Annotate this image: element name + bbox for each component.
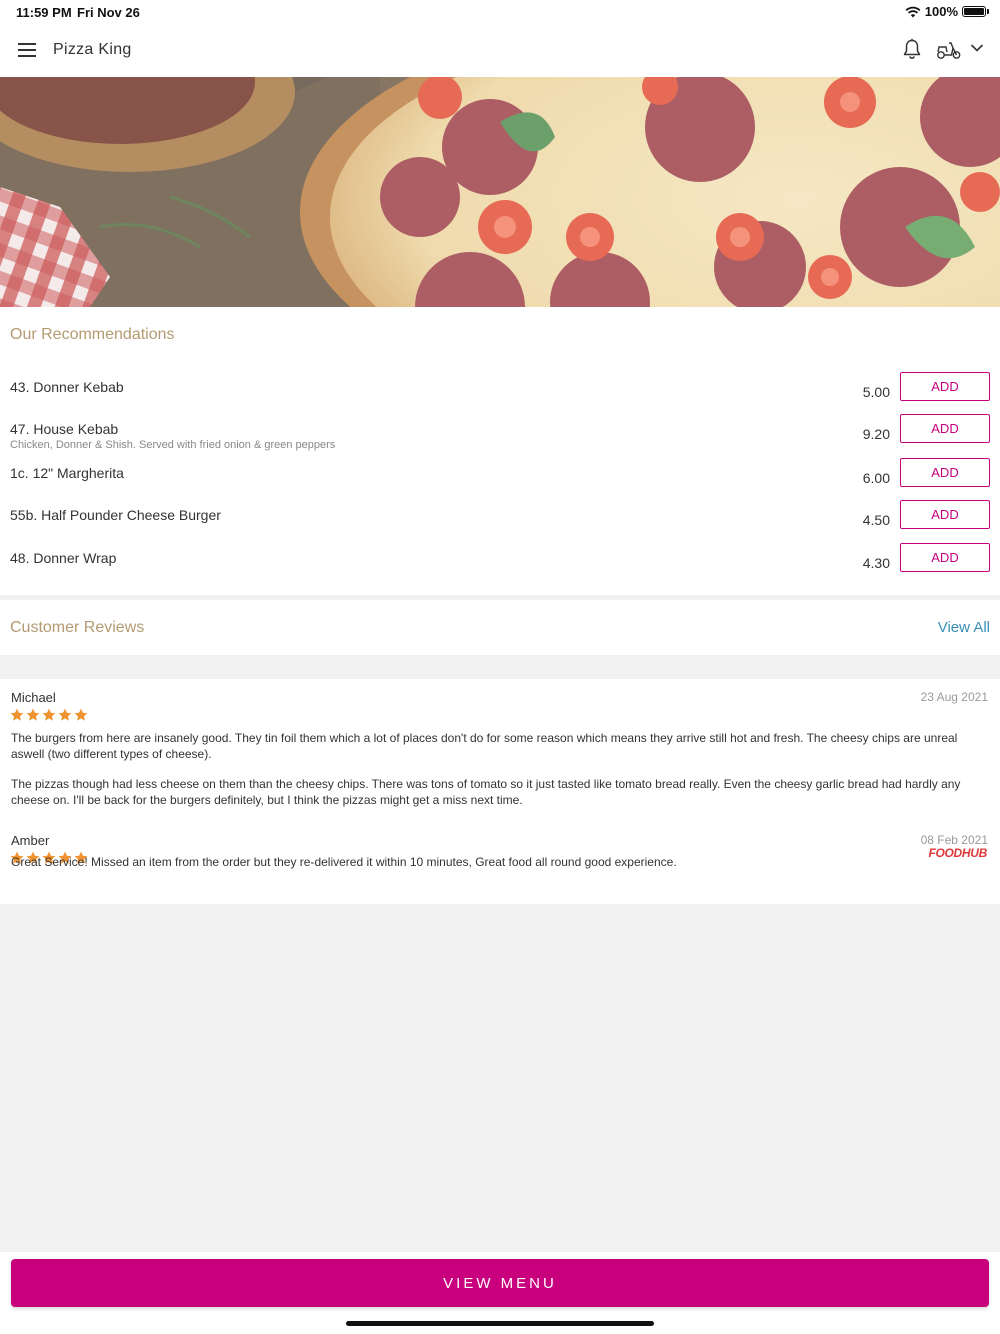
- star-icon: [42, 708, 56, 721]
- review-text: Great Service! Missed an item from the o…: [11, 854, 981, 870]
- star-rating: [10, 708, 88, 722]
- item-name: 47. House Kebab: [10, 421, 119, 437]
- status-time: 11:59 PM: [16, 5, 72, 20]
- review-paragraph: The burgers from here are insanely good.…: [11, 731, 958, 761]
- add-button[interactable]: ADD: [900, 543, 990, 572]
- item-name: 43. Donner Kebab: [10, 379, 124, 395]
- item-name: 55b. Half Pounder Cheese Burger: [10, 507, 221, 523]
- wifi-icon: [905, 6, 921, 17]
- star-icon: [74, 708, 88, 721]
- scooter-icon[interactable]: [936, 40, 962, 60]
- status-right: 100%: [905, 4, 989, 19]
- review-paragraph: The pizzas though had less cheese on the…: [11, 777, 961, 807]
- view-all-link[interactable]: View All: [938, 619, 990, 636]
- add-button[interactable]: ADD: [900, 414, 990, 443]
- star-icon: [10, 708, 24, 721]
- review-paragraph: Great Service! Missed an item from the o…: [11, 855, 677, 869]
- review-text: The burgers from here are insanely good.…: [11, 730, 981, 808]
- item-price: 9.20: [862, 426, 890, 442]
- app-header: Pizza King: [0, 24, 1000, 77]
- reviews-header: Customer Reviews View All: [0, 600, 1000, 655]
- battery-percent: 100%: [924, 4, 958, 19]
- item-description: Chicken, Donner & Shish. Served with fri…: [10, 439, 336, 451]
- review-date: 08 Feb 2021: [920, 833, 988, 847]
- review-card: Amber 08 Feb 2021 FOODHUB Great Service!…: [0, 833, 1000, 893]
- recommendation-item: 43. Donner Kebab 5.00 ADD: [0, 372, 1000, 419]
- item-name: 1c. 12" Margherita: [10, 465, 124, 481]
- reviewer-name: Michael: [11, 690, 56, 705]
- item-price: 5.00: [862, 384, 890, 400]
- add-button[interactable]: ADD: [900, 372, 990, 401]
- bell-icon[interactable]: [902, 38, 922, 60]
- recommendation-item: 55b. Half Pounder Cheese Burger 4.50 ADD: [0, 500, 1000, 547]
- add-button[interactable]: ADD: [900, 458, 990, 487]
- battery-icon: [962, 6, 989, 17]
- item-price: 4.50: [862, 512, 890, 528]
- recommendation-item: 47. House Kebab Chicken, Donner & Shish.…: [0, 414, 1000, 461]
- item-name: 48. Donner Wrap: [10, 550, 117, 566]
- add-button[interactable]: ADD: [900, 500, 990, 529]
- view-menu-button[interactable]: VIEW MENU: [11, 1259, 989, 1307]
- recommendations-title: Our Recommendations: [10, 326, 175, 343]
- chevron-down-icon[interactable]: [970, 43, 984, 53]
- status-date: Fri Nov 26: [77, 5, 140, 20]
- review-card: Michael 23 Aug 2021 The burgers from her…: [0, 690, 1000, 815]
- menu-icon[interactable]: [18, 43, 36, 57]
- hero-banner-image: [0, 77, 1000, 307]
- review-date: 23 Aug 2021: [920, 690, 988, 704]
- reviewer-name: Amber: [11, 833, 50, 848]
- recommendation-item: 48. Donner Wrap 4.30 ADD: [0, 543, 1000, 590]
- item-price: 4.30: [862, 555, 890, 571]
- home-indicator[interactable]: [346, 1321, 654, 1326]
- item-price: 6.00: [862, 470, 890, 486]
- reviews-list: Michael 23 Aug 2021 The burgers from her…: [0, 679, 1000, 904]
- recommendations-section: Our Recommendations 43. Donner Kebab 5.0…: [0, 307, 1000, 595]
- recommendation-item: 1c. 12" Margherita 6.00 ADD: [0, 458, 1000, 505]
- bottom-bar: VIEW MENU: [0, 1252, 1000, 1334]
- reviews-title: Customer Reviews: [10, 619, 145, 636]
- status-bar: 11:59 PM Fri Nov 26 100%: [0, 0, 1000, 24]
- app-title: Pizza King: [53, 41, 132, 58]
- star-icon: [58, 708, 72, 721]
- star-icon: [26, 708, 40, 721]
